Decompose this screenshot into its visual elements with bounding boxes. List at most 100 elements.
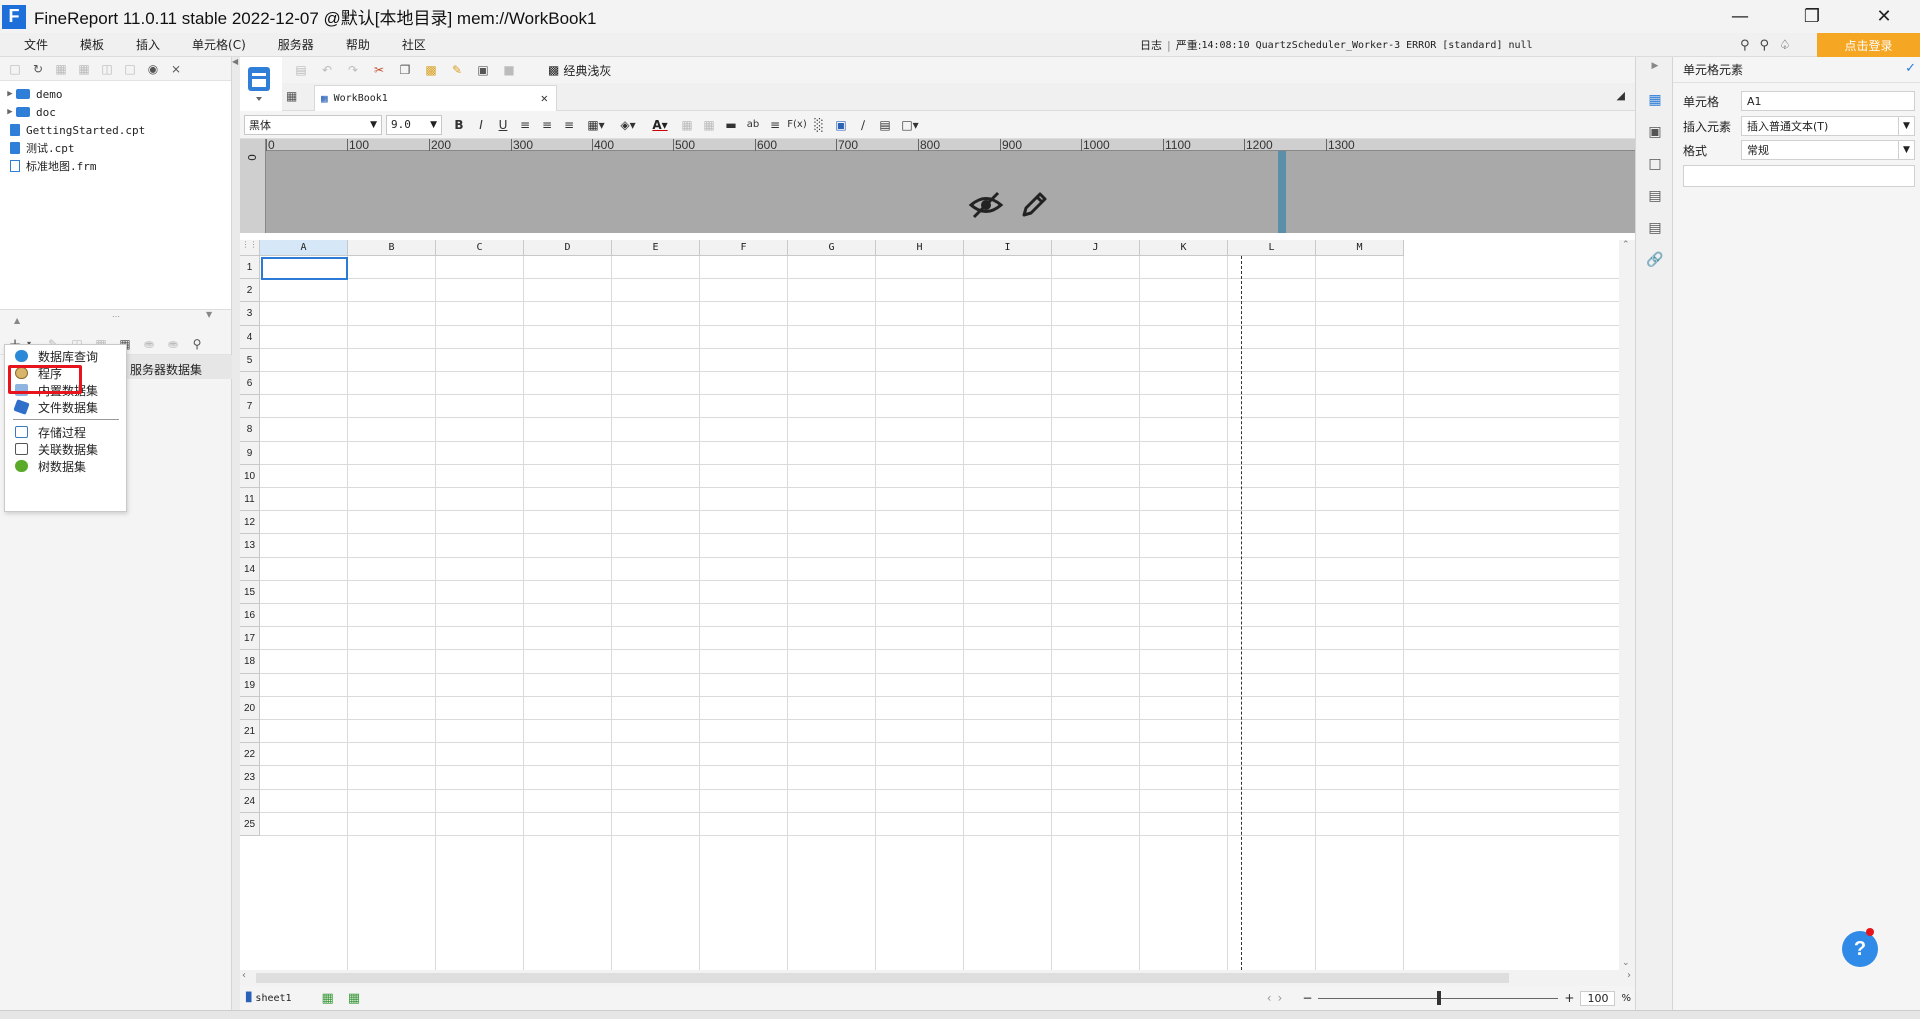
close-icon[interactable]: ✕: [1848, 0, 1920, 33]
hide-icon[interactable]: [968, 190, 1004, 220]
cell-input[interactable]: A1: [1741, 91, 1915, 111]
zoom-slider[interactable]: [1318, 990, 1559, 1005]
row-header-5[interactable]: 5: [240, 348, 260, 372]
float-element-icon[interactable]: □: [1646, 155, 1664, 173]
cell-attribute-icon[interactable]: ▣: [1646, 123, 1664, 141]
chevron-down-icon[interactable]: ▼: [206, 310, 212, 319]
row-header-22[interactable]: 22: [240, 743, 260, 767]
new-template-icon[interactable]: ▦: [286, 89, 297, 103]
notification-icon[interactable]: ⚲: [1760, 38, 1770, 53]
cut-icon[interactable]: ✂: [372, 63, 386, 77]
menu-help[interactable]: 帮助: [336, 36, 380, 53]
row-header-20[interactable]: 20: [240, 696, 260, 720]
row-header-19[interactable]: 19: [240, 673, 260, 697]
format-select[interactable]: 常规 ▼: [1741, 140, 1915, 160]
select-all-corner[interactable]: ⋮⋮: [240, 240, 260, 256]
show-icon[interactable]: ▦: [54, 62, 68, 76]
row-header-23[interactable]: 23: [240, 766, 260, 790]
row-header-13[interactable]: 13: [240, 534, 260, 558]
column-header-c[interactable]: C: [436, 240, 524, 256]
horizontal-scrollbar[interactable]: ‹ ›: [240, 970, 1635, 986]
tree-item-demo[interactable]: ▶ demo: [0, 85, 231, 103]
row-header-8[interactable]: 8: [240, 418, 260, 442]
row-header-21[interactable]: 21: [240, 720, 260, 744]
drag-handle-icon[interactable]: ⋯: [112, 312, 120, 321]
log-label[interactable]: 日志: [1140, 37, 1162, 53]
copy-icon[interactable]: ❐: [398, 63, 412, 77]
menu-item-file-dataset[interactable]: 文件数据集: [5, 398, 128, 416]
tab-workbook1[interactable]: ▦ WorkBook1 ✕: [314, 85, 557, 111]
close-tab-icon[interactable]: ✕: [541, 91, 548, 105]
add-poly-sheet-icon[interactable]: ▦: [348, 991, 360, 1006]
tree-item-doc[interactable]: ▶ doc: [0, 103, 231, 121]
more-insert-icon[interactable]: □▾: [896, 115, 924, 135]
collapse-icon[interactable]: ⨯: [169, 62, 183, 76]
chevron-right-icon[interactable]: ▶: [4, 107, 16, 117]
edit-pen-icon[interactable]: [1018, 189, 1050, 221]
content-input[interactable]: [1683, 165, 1915, 187]
redo-icon[interactable]: ↷: [346, 63, 360, 77]
refresh-icon[interactable]: ↻: [31, 62, 45, 76]
save-icon[interactable]: ▤: [294, 63, 308, 77]
row-header-11[interactable]: 11: [240, 488, 260, 512]
selected-cell-a1[interactable]: [261, 257, 348, 280]
underline-icon[interactable]: U: [492, 115, 514, 135]
column-header-e[interactable]: E: [612, 240, 700, 256]
database-ops2-icon[interactable]: ⛂: [166, 337, 180, 351]
bold-icon[interactable]: B: [448, 115, 470, 135]
help-button[interactable]: ?: [1842, 931, 1878, 967]
menu-insert[interactable]: 插入: [126, 36, 170, 53]
zoom-out-button[interactable]: −: [1302, 991, 1312, 1005]
scroll-down-icon[interactable]: ⌄: [1622, 958, 1630, 968]
row-header-12[interactable]: 12: [240, 511, 260, 535]
widget-settings-icon[interactable]: ▤: [1646, 187, 1664, 205]
scroll-right-icon[interactable]: ›: [1627, 970, 1631, 981]
cell-element-icon[interactable]: ▦: [1646, 91, 1664, 109]
italic-icon[interactable]: I: [470, 115, 492, 135]
page-boundary-marker[interactable]: [1278, 151, 1286, 233]
add-sheet-icon[interactable]: ▦: [322, 991, 334, 1006]
row-header-4[interactable]: 4: [240, 325, 260, 349]
zoom-in-button[interactable]: +: [1564, 991, 1574, 1005]
row-header-25[interactable]: 25: [240, 812, 260, 836]
search-icon[interactable]: ⚲: [190, 337, 204, 351]
align-left-icon[interactable]: ≡: [514, 115, 536, 135]
chevron-left-icon[interactable]: ◀: [232, 57, 238, 66]
tree-item-gettingstarted[interactable]: GettingStarted.cpt: [0, 121, 231, 139]
row-header-9[interactable]: 9: [240, 441, 260, 465]
undo-icon[interactable]: ↶: [320, 63, 334, 77]
menu-item-db-query[interactable]: 数据库查询: [5, 347, 128, 365]
row-header-2[interactable]: 2: [240, 279, 260, 303]
next-sheet-icon[interactable]: ›: [1278, 991, 1283, 1005]
row-header-3[interactable]: 3: [240, 302, 260, 326]
slash-icon[interactable]: ∕: [852, 115, 874, 135]
menu-community[interactable]: 社区: [392, 36, 436, 53]
text-cell-icon[interactable]: ▬: [720, 115, 742, 135]
subreport-icon[interactable]: ▤: [874, 115, 896, 135]
row-header-7[interactable]: 7: [240, 395, 260, 419]
column-header-j[interactable]: J: [1052, 240, 1140, 256]
menu-cell[interactable]: 单元格(C): [182, 36, 256, 53]
menu-item-tree[interactable]: 树数据集: [5, 457, 128, 475]
unmerge-cells-icon[interactable]: ▦: [698, 115, 720, 135]
merge-cells-icon[interactable]: ▦: [676, 115, 698, 135]
align-center-icon[interactable]: ≡: [536, 115, 558, 135]
row-header-10[interactable]: 10: [240, 464, 260, 488]
restore-icon[interactable]: ❐: [1776, 0, 1848, 33]
search-icon[interactable]: ⚲: [1740, 38, 1750, 53]
template-icon[interactable]: ■: [502, 63, 516, 77]
chevron-right-icon[interactable]: ▶: [1646, 57, 1664, 75]
column-header-f[interactable]: F: [700, 240, 788, 256]
column-header-m[interactable]: M: [1316, 240, 1404, 256]
pin-icon[interactable]: ✓: [1905, 61, 1916, 76]
image-icon[interactable]: ▣: [830, 115, 852, 135]
column-header-i[interactable]: I: [964, 240, 1052, 256]
font-color-icon[interactable]: A▾: [644, 115, 676, 135]
row-header-24[interactable]: 24: [240, 789, 260, 813]
chart-icon[interactable]: ░: [808, 115, 830, 135]
insert-select[interactable]: 插入普通文本(T) ▼: [1741, 116, 1915, 136]
prev-sheet-icon[interactable]: ‹: [1267, 991, 1272, 1005]
scroll-thumb[interactable]: [256, 973, 1509, 983]
scroll-left-icon[interactable]: ‹: [242, 970, 246, 981]
column-header-h[interactable]: H: [876, 240, 964, 256]
